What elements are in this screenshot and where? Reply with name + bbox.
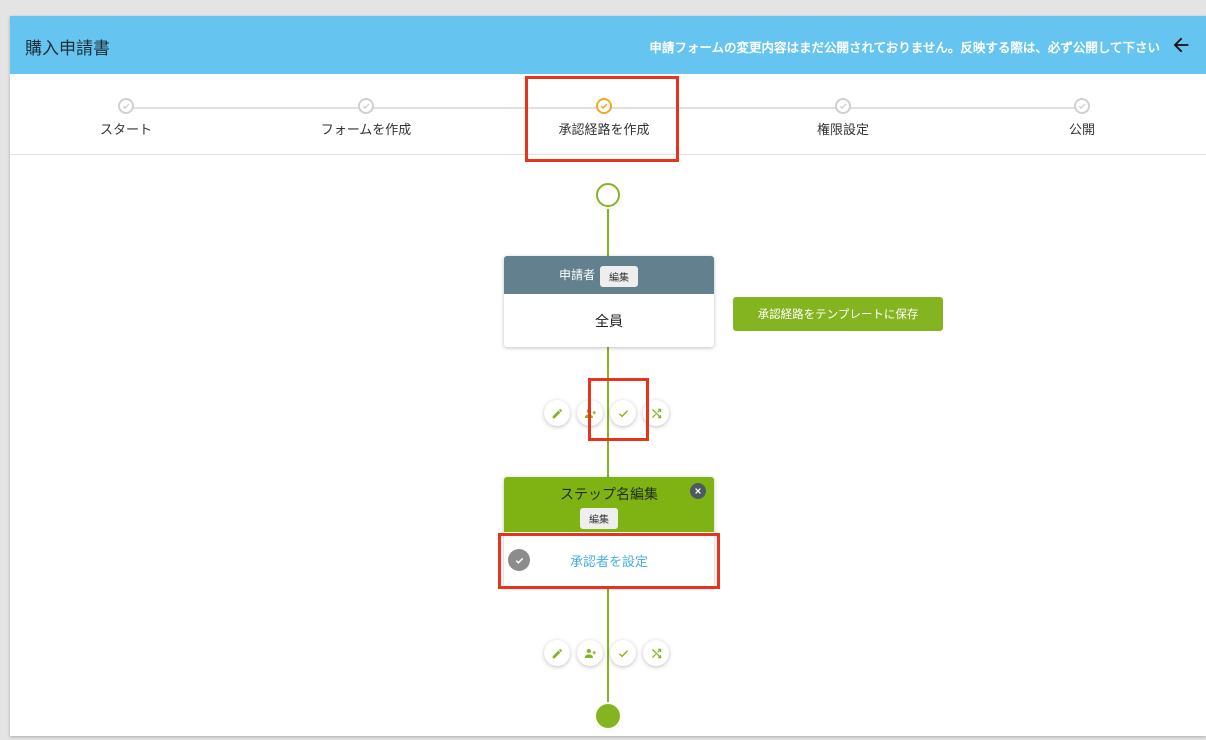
highlight-box-set-approver bbox=[498, 533, 720, 589]
step-create-form[interactable]: フォームを作成 bbox=[286, 98, 446, 138]
page-title: 購入申請書 bbox=[25, 39, 110, 59]
applicant-title: 申請者 bbox=[559, 268, 596, 282]
save-as-template-button[interactable]: 承認経路をテンプレートに保存 bbox=[733, 297, 943, 331]
step-name-title: ステップ名編集 bbox=[560, 487, 658, 503]
applicant-card-header: 申請者 編集 bbox=[504, 256, 714, 294]
header-bar: 購入申請書 申請フォームの変更内容はまだ公開されておりません。反映する際は、必ず… bbox=[10, 16, 1206, 74]
step-check-icon bbox=[358, 98, 374, 114]
flow-start-node bbox=[596, 183, 620, 207]
shuffle-icon[interactable] bbox=[643, 640, 669, 666]
applicant-edit-button[interactable]: 編集 bbox=[600, 266, 638, 287]
step-card-header: ステップ名編集 編集 bbox=[504, 477, 714, 532]
step-label: フォームを作成 bbox=[320, 123, 412, 138]
unpublished-notice: 申請フォームの変更内容はまだ公開されておりません。反映する際は、必ず公開して下さ… bbox=[649, 40, 1160, 55]
applicant-value: 全員 bbox=[595, 313, 623, 330]
highlight-box-approve-action bbox=[588, 378, 649, 441]
step-start[interactable]: スタート bbox=[46, 98, 206, 138]
back-arrow-icon[interactable] bbox=[1170, 34, 1192, 56]
step-label: スタート bbox=[99, 123, 152, 138]
step-check-icon bbox=[1074, 98, 1090, 114]
highlight-box-stepper bbox=[525, 76, 679, 162]
step-label: 権限設定 bbox=[816, 123, 869, 138]
flow-connector bbox=[607, 206, 609, 256]
step-check-icon bbox=[835, 98, 851, 114]
pencil-icon[interactable] bbox=[544, 400, 570, 426]
app-frame: 購入申請書 申請フォームの変更内容はまだ公開されておりません。反映する際は、必ず… bbox=[10, 16, 1206, 736]
flow-connector bbox=[607, 587, 609, 705]
pencil-icon[interactable] bbox=[544, 640, 570, 666]
applicant-card: 申請者 編集 全員 bbox=[504, 256, 714, 347]
step-label: 公開 bbox=[1068, 123, 1095, 138]
step-edit-button[interactable]: 編集 bbox=[580, 508, 618, 529]
flow-end-node bbox=[596, 704, 620, 728]
step-publish[interactable]: 公開 bbox=[1002, 98, 1162, 138]
add-user-icon[interactable] bbox=[577, 640, 603, 666]
check-icon[interactable] bbox=[610, 640, 636, 666]
step-permissions[interactable]: 権限設定 bbox=[763, 98, 923, 138]
step-check-icon bbox=[118, 98, 134, 114]
close-icon[interactable] bbox=[690, 483, 706, 499]
